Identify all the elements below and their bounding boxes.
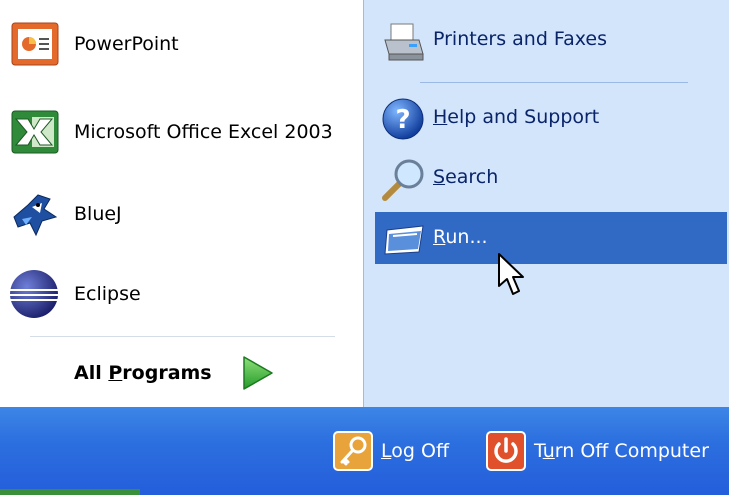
printers-and-faxes-item[interactable]: Printers and Faxes bbox=[375, 16, 727, 68]
program-label: Eclipse bbox=[74, 283, 141, 305]
search-item[interactable]: Search bbox=[375, 152, 727, 204]
program-item-eclipse[interactable]: Eclipse bbox=[0, 258, 363, 330]
run-item[interactable]: Run... bbox=[375, 212, 727, 264]
key-icon bbox=[333, 431, 373, 471]
printer-icon bbox=[384, 23, 424, 61]
search-label: Search bbox=[433, 166, 499, 188]
eclipse-icon bbox=[10, 270, 58, 318]
program-label: PowerPoint bbox=[74, 33, 179, 55]
excel-icon bbox=[11, 110, 59, 154]
mouse-cursor-icon bbox=[498, 253, 524, 295]
separator bbox=[30, 336, 335, 337]
program-label: Microsoft Office Excel 2003 bbox=[74, 121, 333, 143]
bluej-icon bbox=[13, 194, 58, 237]
log-off-label: Log Off bbox=[381, 440, 450, 462]
separator bbox=[420, 82, 688, 83]
run-icon bbox=[384, 225, 424, 255]
all-programs-label: All Programs bbox=[74, 362, 212, 384]
program-item-excel[interactable]: Microsoft Office Excel 2003 bbox=[0, 96, 363, 168]
all-programs-button[interactable]: All Programs bbox=[0, 342, 363, 404]
start-button-edge bbox=[0, 489, 140, 495]
search-icon bbox=[382, 159, 424, 201]
help-icon: ? bbox=[382, 98, 424, 140]
programs-panel: PowerPoint Microsoft Office Excel 2003 B… bbox=[0, 0, 363, 407]
program-label: BlueJ bbox=[74, 203, 122, 225]
help-label: Help and Support bbox=[433, 106, 600, 128]
program-item-bluej[interactable]: BlueJ bbox=[0, 178, 363, 250]
printers-label: Printers and Faxes bbox=[433, 28, 608, 50]
turn-off-computer-button[interactable]: Turn Off Computer bbox=[486, 429, 709, 473]
run-label: Run... bbox=[433, 226, 488, 248]
power-icon bbox=[486, 431, 526, 471]
start-menu-footer: Log Off Turn Off Computer bbox=[0, 407, 729, 495]
powerpoint-icon bbox=[11, 22, 59, 66]
program-item-powerpoint[interactable]: PowerPoint bbox=[0, 8, 363, 80]
help-and-support-item[interactable]: ? Help and Support bbox=[375, 92, 727, 144]
turn-off-label: Turn Off Computer bbox=[534, 440, 709, 462]
play-arrow-icon bbox=[243, 356, 273, 390]
log-off-button[interactable]: Log Off bbox=[333, 429, 449, 473]
svg-text:?: ? bbox=[395, 105, 410, 135]
